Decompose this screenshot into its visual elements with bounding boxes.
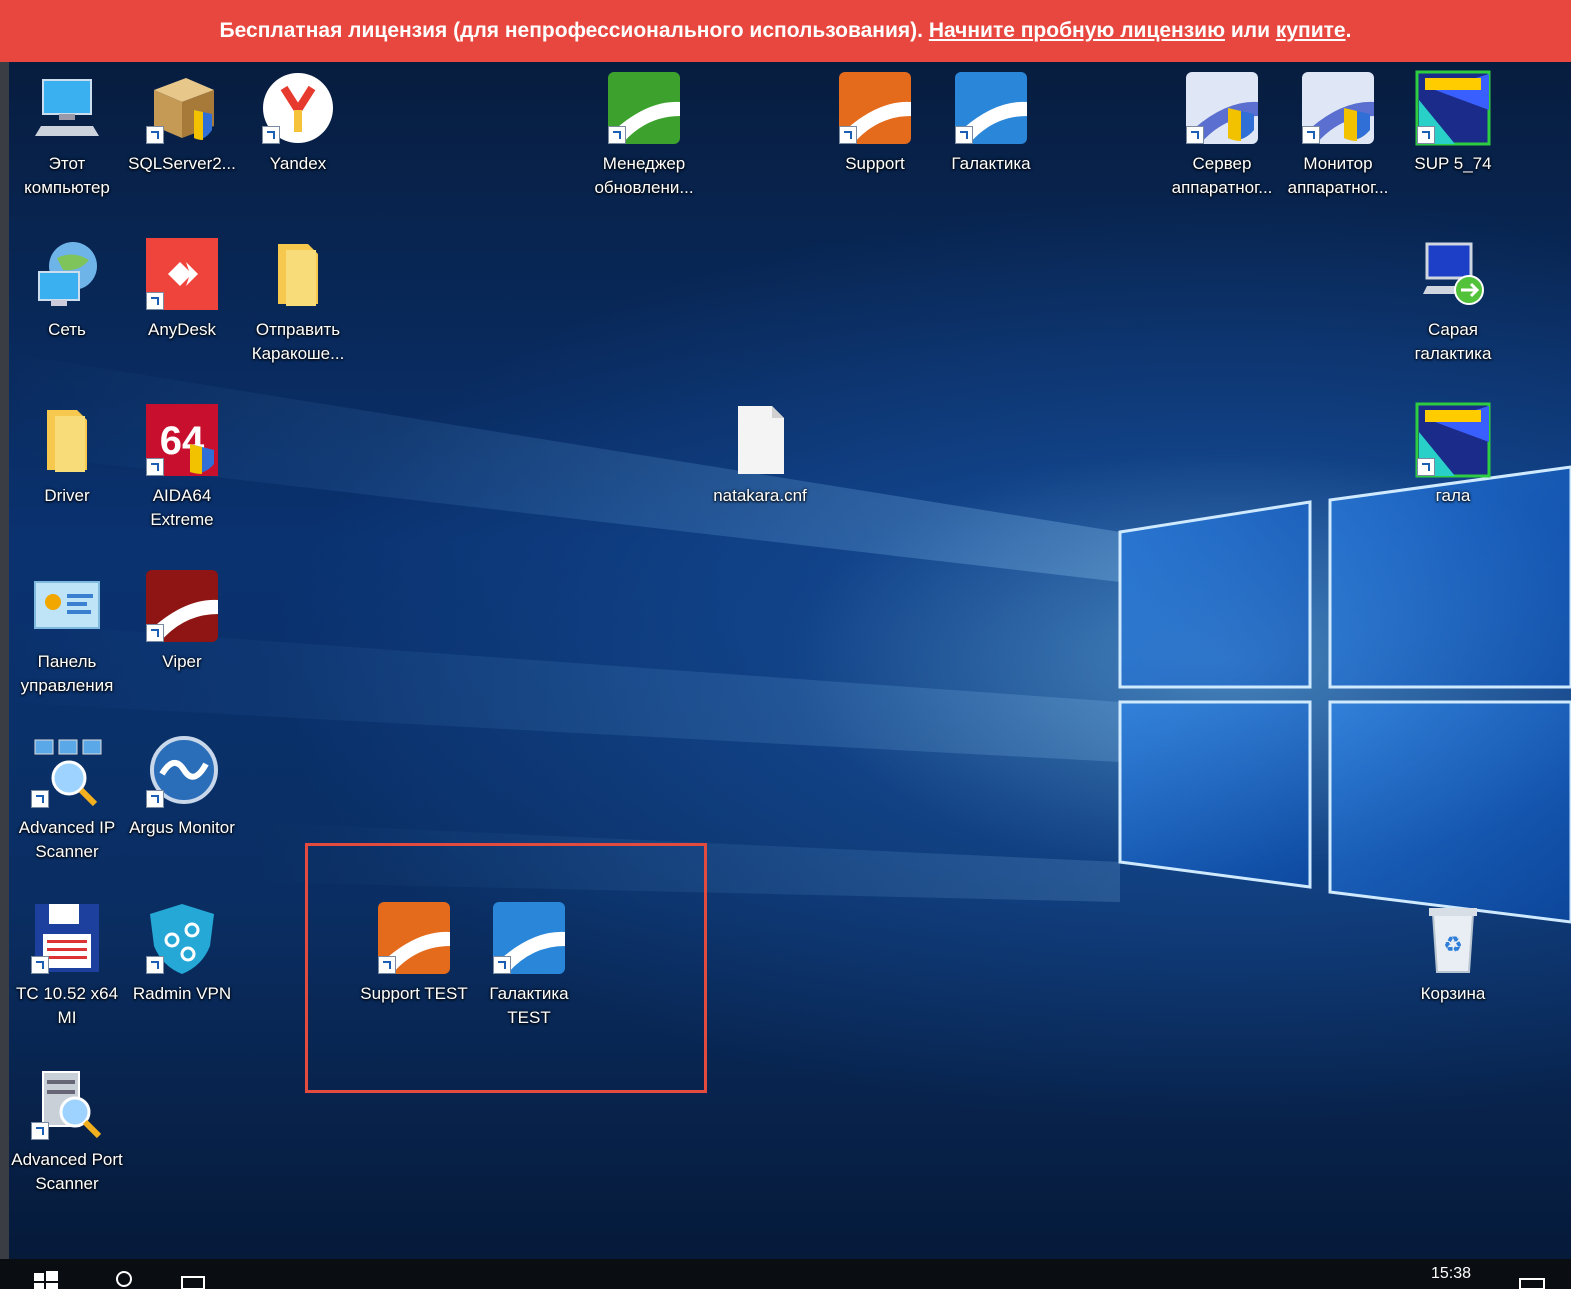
shortcut-arrow-icon (1417, 458, 1435, 476)
icon-network[interactable]: Сеть (10, 236, 124, 342)
shortcut-arrow-icon (146, 126, 164, 144)
shortcut-arrow-icon (262, 126, 280, 144)
shortcut-arrow-icon (1302, 126, 1320, 144)
icon-recycle-bin[interactable]: ♻ Корзина (1396, 900, 1510, 1006)
taskbar: 15:38 (0, 1259, 1571, 1289)
license-banner: Бесплатная лицензия (для непрофессиональ… (0, 0, 1571, 62)
icon-gala[interactable]: гала (1396, 402, 1510, 508)
icon-yandex[interactable]: Yandex (241, 70, 355, 176)
icon-sup574[interactable]: SUP 5_74 (1396, 70, 1510, 176)
icon-advanced-port-scanner[interactable]: Advanced Port Scanner (10, 1066, 124, 1196)
icon-viper[interactable]: Viper (125, 568, 239, 674)
svg-text:♻: ♻ (1443, 933, 1463, 958)
icon-galaktika[interactable]: Галактика (934, 70, 1048, 176)
recycle-bin-icon: ♻ (1429, 908, 1477, 973)
icon-support-test[interactable]: Support TEST (357, 900, 471, 1006)
notifications-icon[interactable] (1518, 1267, 1548, 1289)
task-view-icon[interactable] (180, 1267, 210, 1289)
icon-control-panel[interactable]: Панель управления (10, 568, 124, 698)
search-icon[interactable] (114, 1267, 136, 1289)
control-panel-icon (34, 581, 100, 629)
shortcut-arrow-icon (839, 126, 857, 144)
icon-this-pc[interactable]: Этот компьютер (10, 70, 124, 200)
shortcut-arrow-icon (493, 956, 511, 974)
shortcut-arrow-icon (146, 956, 164, 974)
icon-anydesk[interactable]: AnyDesk (125, 236, 239, 342)
taskbar-clock[interactable]: 15:38 (1431, 1265, 1471, 1283)
shortcut-arrow-icon (146, 458, 164, 476)
shortcut-arrow-icon (608, 126, 626, 144)
shortcut-arrow-icon (1417, 126, 1435, 144)
folder-icon (47, 410, 87, 472)
icon-hw-server[interactable]: Сервер аппаратног... (1165, 70, 1279, 200)
file-icon (738, 406, 784, 474)
icon-advanced-ip-scanner[interactable]: Advanced IP Scanner (10, 734, 124, 864)
shortcut-arrow-icon (31, 956, 49, 974)
icon-driver[interactable]: Driver (10, 402, 124, 508)
shortcut-arrow-icon (146, 624, 164, 642)
buy-link[interactable]: купите (1276, 19, 1346, 43)
icon-support[interactable]: Support (818, 70, 932, 176)
remote-desktop-icon (1423, 242, 1484, 305)
shortcut-arrow-icon (146, 790, 164, 808)
shortcut-arrow-icon (955, 126, 973, 144)
shortcut-arrow-icon (378, 956, 396, 974)
icon-hw-monitor[interactable]: Монитор аппаратног... (1281, 70, 1395, 200)
icon-argus-monitor[interactable]: Argus Monitor (125, 734, 239, 840)
shortcut-arrow-icon (146, 292, 164, 310)
icon-sqlserver[interactable]: SQLServer2... (125, 70, 239, 176)
shortcut-arrow-icon (31, 1122, 49, 1140)
computer-icon (35, 79, 99, 136)
icon-saraya-galaktika[interactable]: Сарая галактика (1396, 236, 1510, 366)
banner-text: Бесплатная лицензия (для непрофессиональ… (219, 19, 923, 42)
icon-radmin-vpn[interactable]: Radmin VPN (125, 900, 239, 1006)
desktop[interactable]: Этот компьютер SQLServer2... Yandex Мене… (0, 62, 1571, 1259)
icon-send-karakoshe[interactable]: Отправить Каракоше... (241, 236, 355, 366)
icon-galaktika-test[interactable]: Галактика TEST (472, 900, 586, 1030)
icon-update-manager[interactable]: Менеджер обновлени... (587, 70, 701, 200)
icon-tc[interactable]: TC 10.52 x64 MI (10, 900, 124, 1030)
trial-license-link[interactable]: Начните пробную лицензию (929, 19, 1225, 43)
folder-icon (278, 244, 318, 306)
network-globe-icon (38, 242, 97, 306)
icon-aida64[interactable]: 64 AIDA64 Extreme (125, 402, 239, 532)
windows-start-icon[interactable] (34, 1267, 58, 1289)
shortcut-arrow-icon (1186, 126, 1204, 144)
shortcut-arrow-icon (31, 790, 49, 808)
banner-or: или (1225, 19, 1276, 42)
icon-natakara-cnf[interactable]: natakara.cnf (703, 402, 817, 508)
